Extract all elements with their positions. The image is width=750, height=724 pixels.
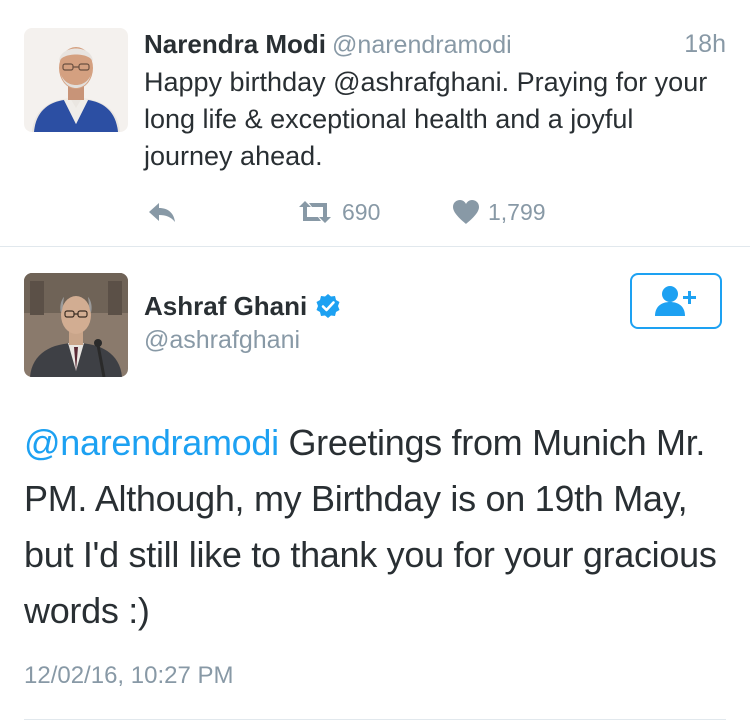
name-row: Ashraf Ghani (144, 289, 341, 323)
avatar-ashraf-ghani[interactable] (24, 273, 128, 377)
reply-icon (149, 203, 175, 222)
avatar-narendra-modi[interactable] (24, 28, 128, 132)
user-handle[interactable]: @narendramodi (332, 31, 512, 59)
like-button[interactable]: 1,799 (452, 194, 546, 230)
heart-icon (453, 200, 479, 224)
retweet-icon (299, 201, 331, 223)
divider (24, 719, 726, 720)
mention-link[interactable]: @narendramodi (24, 422, 279, 463)
verified-badge-icon (316, 294, 340, 318)
tweet-text: @narendramodi Greetings from Munich Mr. … (24, 415, 730, 639)
retweet-count: 690 (342, 198, 381, 225)
tweet-timestamp: 12/02/16, 10:27 PM (24, 662, 234, 689)
retweet-button[interactable]: 690 (296, 194, 380, 230)
tweet-narendra-modi[interactable]: Narendra Modi @narendramodi 18h Happy bir… (0, 0, 750, 247)
tweet-actions: 690 1,799 (144, 194, 724, 230)
tweet-header: Narendra Modi @narendramodi (144, 28, 512, 60)
follow-button[interactable] (630, 273, 722, 329)
user-handle[interactable]: @ashrafghani (144, 325, 300, 355)
twitter-screen: Narendra Modi @narendramodi 18h Happy bir… (0, 0, 750, 724)
tweet-ashraf-ghani: Ashraf Ghani @ashrafghani @narendramodi … (0, 247, 750, 724)
tweet-text: Happy birthday @ashrafghani. Praying for… (144, 67, 708, 171)
follow-user-icon (655, 286, 696, 316)
like-count: 1,799 (488, 198, 546, 225)
display-name[interactable]: Ashraf Ghani (144, 291, 307, 322)
tweet-time[interactable]: 18h (684, 28, 726, 60)
display-name[interactable]: Narendra Modi (144, 29, 326, 59)
reply-button[interactable] (146, 194, 178, 230)
